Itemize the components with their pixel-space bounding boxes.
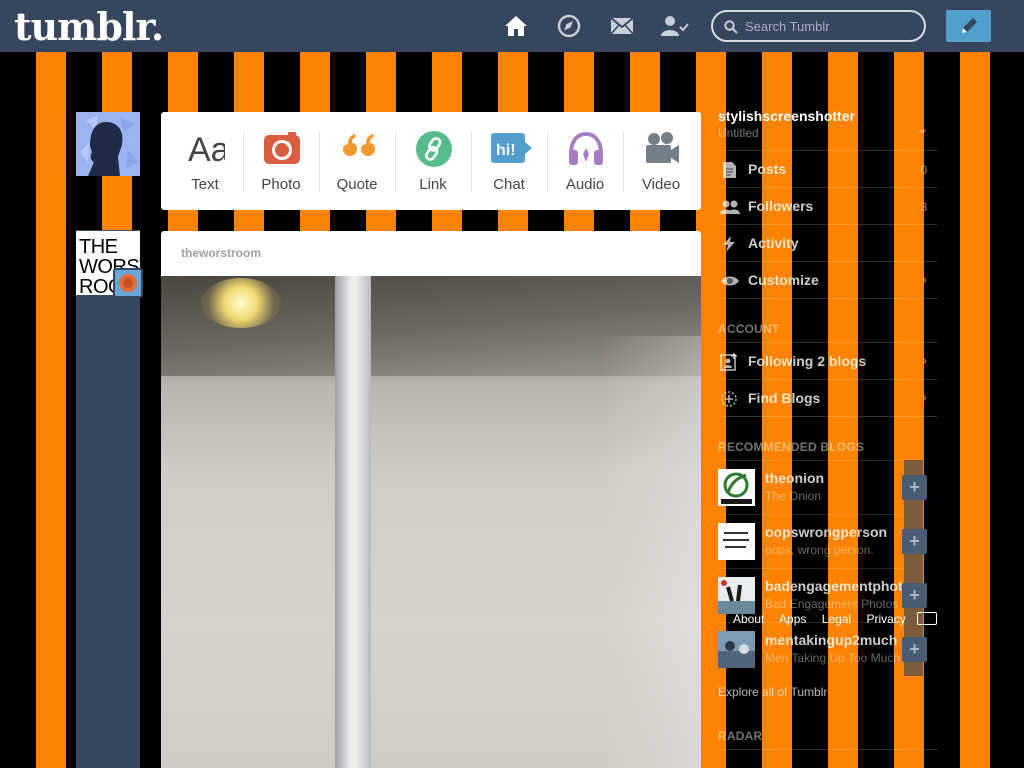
sidebar-item-customize[interactable]: Customize ›: [718, 261, 937, 298]
chat-icon: hi!: [491, 130, 532, 168]
follow-button[interactable]: +: [902, 475, 927, 500]
badengagementphotos-avatar: [718, 577, 755, 614]
home-icon[interactable]: [503, 14, 529, 38]
quote-icon: [339, 130, 377, 168]
search-icon: [724, 20, 738, 39]
divider: [718, 298, 937, 299]
photo-pole: [335, 276, 371, 768]
divider: [718, 749, 937, 750]
left-avatar-strip: [76, 230, 140, 768]
svg-text:Aa: Aa: [188, 131, 225, 168]
blog-switcher-chevron-icon[interactable]: ⌄: [917, 120, 929, 137]
svg-text:hi!: hi!: [496, 142, 516, 159]
dashboard-post: theworstroom: [161, 231, 701, 768]
post-photo[interactable]: [161, 276, 701, 768]
activity-icon: [720, 235, 738, 253]
text-icon: Aa: [187, 130, 230, 169]
link-icon: [415, 130, 453, 168]
post-type-audio[interactable]: Audio: [547, 112, 623, 210]
top-bar: tumblr.: [0, 0, 1024, 52]
sidebar-blog-subtitle: Untitled: [718, 126, 759, 140]
explore-link[interactable]: Explore all of Tumblr: [718, 685, 827, 699]
follow-button[interactable]: +: [902, 583, 927, 608]
recommended-blog[interactable]: theonion The Onion: [718, 460, 904, 514]
search-box[interactable]: [711, 10, 926, 42]
chevron-right-icon: ›: [922, 271, 927, 288]
follow-button[interactable]: +: [902, 637, 927, 662]
chevron-right-icon: ›: [922, 352, 927, 369]
post-type-quote[interactable]: Quote: [319, 112, 395, 210]
post-type-video[interactable]: Video: [623, 112, 699, 210]
my-blog-avatar[interactable]: [76, 112, 140, 176]
follow-button[interactable]: +: [902, 529, 927, 554]
post-type-text[interactable]: Aa Text: [167, 112, 243, 210]
right-sidebar: stylishscreenshotter Untitled ⌄ Posts 0 …: [718, 100, 937, 768]
divider: [718, 416, 937, 417]
theonion-avatar: [718, 469, 755, 506]
posts-icon: [720, 161, 738, 179]
camera-icon: [263, 130, 301, 168]
post-type-photo[interactable]: Photo: [243, 112, 319, 210]
radar-heading: RADAR: [718, 729, 763, 743]
sidebar-item-posts[interactable]: Posts 0: [718, 150, 937, 187]
sidebar-item-following[interactable]: Following 2 blogs ›: [718, 342, 937, 379]
account-icon[interactable]: [661, 14, 689, 38]
video-icon: [643, 130, 681, 168]
post-type-link[interactable]: Link: [395, 112, 471, 210]
compose-button[interactable]: [946, 10, 991, 42]
search-input[interactable]: [745, 17, 915, 35]
sidebar-item-activity[interactable]: Activity: [718, 224, 937, 261]
oopswrongperson-avatar: [718, 523, 755, 560]
recommended-blog[interactable]: oopswrongperson oops, wrong person.: [718, 514, 904, 568]
following-icon: [720, 353, 738, 371]
mentakingup2much-avatar: [718, 631, 755, 668]
sidebar-blog-name[interactable]: stylishscreenshotter: [718, 108, 855, 124]
chevron-right-icon: ›: [922, 389, 927, 406]
mail-icon[interactable]: [609, 14, 635, 38]
recommended-blog[interactable]: mentakingup2much Men Taking Up Too Much: [718, 622, 904, 676]
account-heading: ACCOUNT: [718, 322, 780, 336]
tumblr-logo[interactable]: tumblr.: [14, 4, 164, 49]
recommended-heading: RECOMMENDED BLOGS: [718, 440, 865, 454]
followers-icon: [720, 198, 740, 216]
post-type-bar: Aa Text Photo Quote Link hi! Chat Audio …: [161, 112, 701, 210]
post-type-chat[interactable]: hi! Chat: [471, 112, 547, 210]
photo-wall: [601, 336, 701, 768]
explore-icon[interactable]: [556, 14, 582, 38]
keyboard-shortcuts-icon[interactable]: [917, 612, 937, 625]
post-author[interactable]: theworstroom: [181, 246, 261, 260]
reblog-avatar[interactable]: [113, 268, 143, 298]
sidebar-item-find-blogs[interactable]: Find Blogs ›: [718, 379, 937, 416]
audio-icon: [567, 130, 605, 168]
pencil-icon: [962, 18, 977, 33]
sidebar-item-followers[interactable]: Followers 3: [718, 187, 937, 224]
find-blogs-icon: [720, 390, 738, 408]
eye-icon: [720, 272, 739, 290]
photo-lamp: [201, 278, 281, 328]
